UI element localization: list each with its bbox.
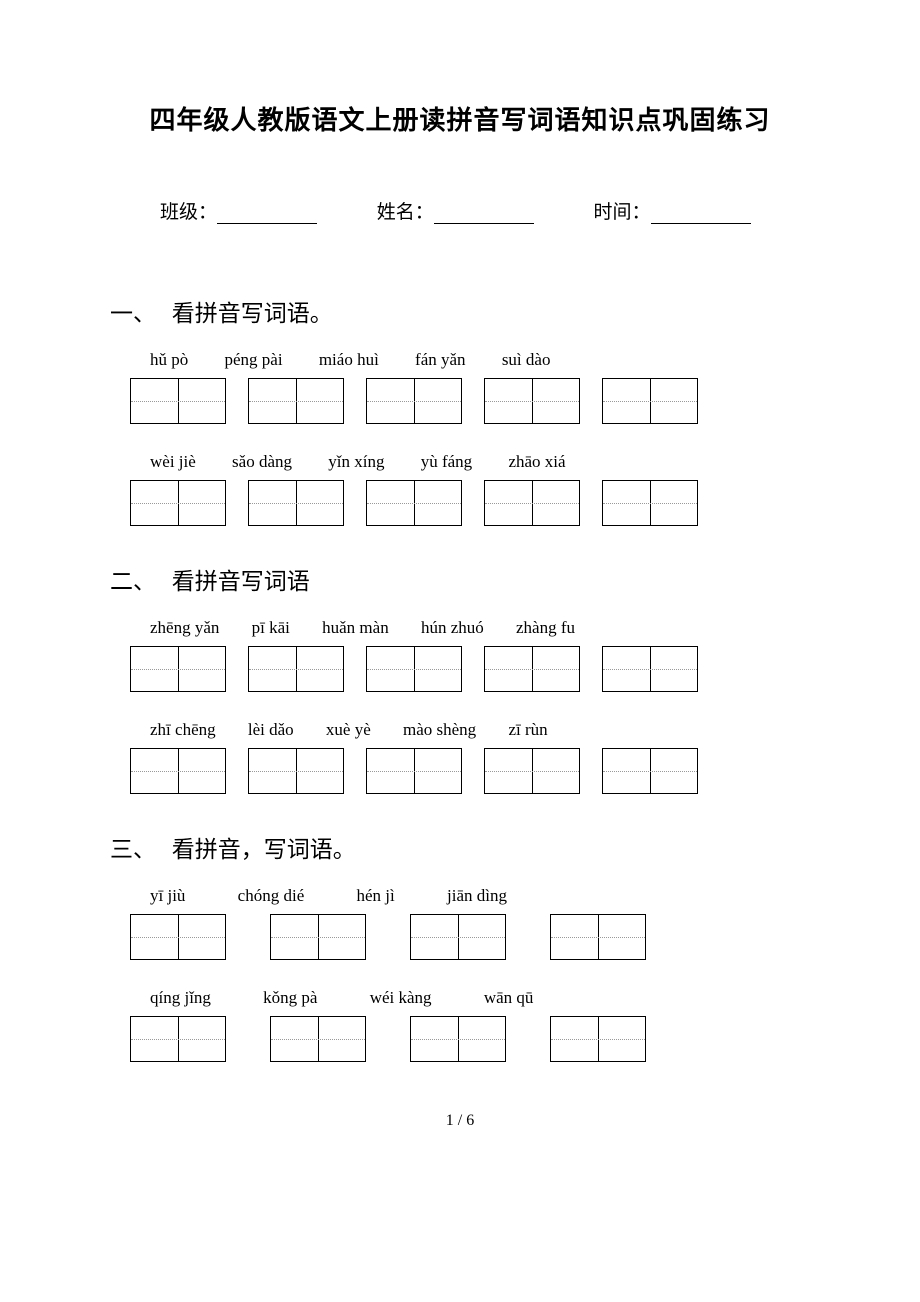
pinyin-item: yǐn xíng [328, 452, 384, 472]
pinyin-item: hén jì [357, 886, 395, 906]
answer-box[interactable] [410, 1016, 506, 1062]
answer-box-row [110, 748, 810, 794]
pinyin-item: huǎn màn [322, 618, 389, 638]
pinyin-row: wèi jiè sǎo dàng yǐn xíng yù fáng zhāo x… [110, 452, 810, 472]
pinyin-item: hǔ pò [150, 350, 188, 370]
pinyin-item: zī rùn [508, 720, 547, 740]
student-info-line: 班级： 姓名： 时间： [110, 197, 810, 224]
answer-box[interactable] [602, 748, 698, 794]
answer-box[interactable] [130, 480, 226, 526]
answer-box-row [110, 1016, 810, 1062]
section-title: 看拼音写词语 [172, 569, 310, 594]
pinyin-item: zhēng yǎn [150, 618, 219, 638]
answer-box[interactable] [130, 646, 226, 692]
pinyin-item: wèi jiè [150, 452, 196, 472]
pinyin-item: xuè yè [326, 720, 371, 740]
answer-box[interactable] [484, 646, 580, 692]
pinyin-row: qíng jǐng kǒng pà wéi kàng wān qū [110, 988, 810, 1008]
answer-box[interactable] [550, 914, 646, 960]
pinyin-item: miáo huì [319, 350, 379, 370]
pinyin-item: mào shèng [403, 720, 476, 740]
answer-box[interactable] [410, 914, 506, 960]
section-title: 看拼音，写词语。 [172, 837, 356, 862]
class-label: 班级： [160, 202, 217, 223]
answer-box-row [110, 914, 810, 960]
section-title: 看拼音写词语。 [172, 301, 333, 326]
pinyin-row: hǔ pò péng pài miáo huì fán yǎn suì dào [110, 350, 810, 370]
answer-box[interactable] [270, 1016, 366, 1062]
pinyin-item: zhī chēng [150, 720, 216, 740]
section-3: 三、 看拼音，写词语。 yī jiù chóng dié hén jì jiān… [110, 830, 810, 1062]
pinyin-item: sǎo dàng [232, 452, 292, 472]
answer-box[interactable] [130, 914, 226, 960]
answer-box[interactable] [270, 914, 366, 960]
pinyin-item: chóng dié [238, 886, 305, 906]
pinyin-row: zhēng yǎn pī kāi huǎn màn hún zhuó zhàng… [110, 618, 810, 638]
answer-box[interactable] [248, 480, 344, 526]
answer-box[interactable] [366, 480, 462, 526]
pinyin-item: yù fáng [421, 452, 472, 472]
answer-box[interactable] [366, 646, 462, 692]
answer-box[interactable] [602, 480, 698, 526]
pinyin-item: zhāo xiá [508, 452, 565, 472]
answer-box[interactable] [550, 1016, 646, 1062]
answer-box-row [110, 480, 810, 526]
section-number: 三、 [110, 830, 156, 864]
section-number: 一、 [110, 294, 156, 328]
time-blank[interactable] [651, 206, 751, 224]
answer-box[interactable] [602, 378, 698, 424]
answer-box[interactable] [602, 646, 698, 692]
section-1: 一、 看拼音写词语。 hǔ pò péng pài miáo huì fán y… [110, 294, 810, 526]
answer-box[interactable] [130, 378, 226, 424]
answer-box[interactable] [366, 378, 462, 424]
pinyin-item: pī kāi [252, 618, 290, 638]
section-2: 二、 看拼音写词语 zhēng yǎn pī kāi huǎn màn hún … [110, 562, 810, 794]
answer-box[interactable] [248, 378, 344, 424]
section-heading: 三、 看拼音，写词语。 [110, 830, 810, 864]
section-heading: 二、 看拼音写词语 [110, 562, 810, 596]
pinyin-item: qíng jǐng [150, 988, 211, 1008]
pinyin-row: zhī chēng lèi dǎo xuè yè mào shèng zī rù… [110, 720, 810, 740]
pinyin-item: kǒng pà [263, 988, 317, 1008]
section-number: 二、 [110, 562, 156, 596]
page-title: 四年级人教版语文上册读拼音写词语知识点巩固练习 [110, 100, 810, 137]
pinyin-item: wéi kàng [370, 988, 432, 1008]
pinyin-item: jiān dìng [447, 886, 507, 906]
pinyin-item: hún zhuó [421, 618, 484, 638]
answer-box[interactable] [130, 748, 226, 794]
time-label: 时间： [594, 202, 651, 223]
answer-box-row [110, 378, 810, 424]
answer-box[interactable] [484, 748, 580, 794]
answer-box-row [110, 646, 810, 692]
answer-box[interactable] [366, 748, 462, 794]
pinyin-item: suì dào [502, 350, 551, 370]
name-blank[interactable] [434, 206, 534, 224]
answer-box[interactable] [484, 378, 580, 424]
pinyin-item: lèi dǎo [248, 720, 294, 740]
pinyin-item: fán yǎn [415, 350, 466, 370]
answer-box[interactable] [248, 646, 344, 692]
page-number: 1 / 6 [110, 1112, 810, 1130]
section-heading: 一、 看拼音写词语。 [110, 294, 810, 328]
pinyin-item: zhàng fu [516, 618, 575, 638]
answer-box[interactable] [484, 480, 580, 526]
answer-box[interactable] [130, 1016, 226, 1062]
class-blank[interactable] [217, 206, 317, 224]
pinyin-item: wān qū [484, 988, 534, 1008]
name-label: 姓名： [377, 202, 434, 223]
answer-box[interactable] [248, 748, 344, 794]
pinyin-item: yī jiù [150, 886, 185, 906]
pinyin-row: yī jiù chóng dié hén jì jiān dìng [110, 886, 810, 906]
pinyin-item: péng pài [225, 350, 283, 370]
